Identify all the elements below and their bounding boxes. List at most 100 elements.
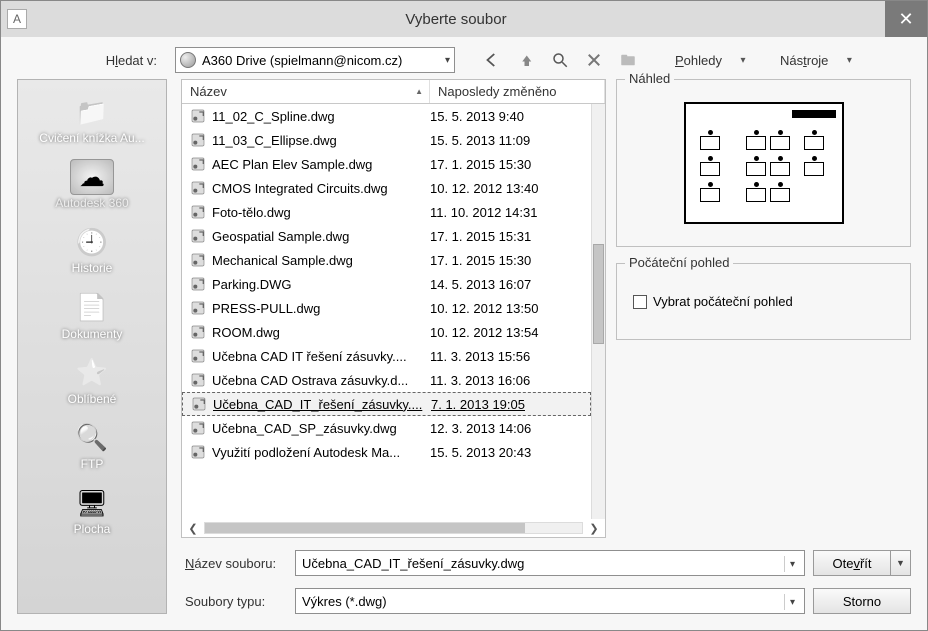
dwg-file-icon <box>188 130 208 150</box>
file-row[interactable]: Učebna CAD IT řešení zásuvky....11. 3. 2… <box>182 344 591 368</box>
file-name: Parking.DWG <box>212 277 430 292</box>
bottom-form: Název souboru: Učebna_CAD_IT_řešení_zásu… <box>181 538 911 614</box>
file-date: 11. 3. 2013 16:06 <box>430 373 591 388</box>
file-name: AEC Plan Elev Sample.dwg <box>212 157 430 172</box>
chevron-down-icon: ▾ <box>445 55 450 66</box>
place-item[interactable]: 🕘Historie <box>18 218 166 279</box>
title-bar: A Vyberte soubor ✕ <box>1 1 927 37</box>
open-button[interactable]: Otevřít <box>813 550 891 576</box>
file-row[interactable]: Foto-tělo.dwg11. 10. 2012 14:31 <box>182 200 591 224</box>
preview-area <box>627 90 900 236</box>
file-row[interactable]: Učebna_CAD_IT_řešení_zásuvky....7. 1. 20… <box>182 392 591 416</box>
up-one-level-button[interactable] <box>513 47 539 73</box>
place-icon: 🕘 <box>70 224 114 260</box>
toolbar: Hledat v: A360 Drive (spielmann@nicom.cz… <box>1 37 927 79</box>
file-date: 17. 1. 2015 15:30 <box>430 157 591 172</box>
dwg-file-icon <box>188 178 208 198</box>
dwg-file-icon <box>188 346 208 366</box>
dialog-window: A Vyberte soubor ✕ Hledat v: A360 Drive … <box>0 0 928 631</box>
place-item[interactable]: 📄Dokumenty <box>18 284 166 345</box>
file-row[interactable]: 11_02_C_Spline.dwg15. 5. 2013 9:40 <box>182 104 591 128</box>
filename-label: Název souboru: <box>181 556 287 571</box>
filename-value: Učebna_CAD_IT_řešení_zásuvky.dwg <box>302 556 524 571</box>
file-date: 15. 5. 2013 11:09 <box>430 133 591 148</box>
filetype-combobox[interactable]: Výkres (*.dwg) ▾ <box>295 588 805 614</box>
file-row[interactable]: Využití podložení Autodesk Ma...15. 5. 2… <box>182 440 591 464</box>
file-date: 14. 5. 2013 16:07 <box>430 277 591 292</box>
cancel-button[interactable]: Storno <box>813 588 911 614</box>
place-item[interactable]: ☁Autodesk 360 <box>18 153 166 214</box>
place-item[interactable]: 🔍 FTP <box>18 414 166 475</box>
preview-group: Náhled <box>616 79 911 247</box>
views-menu[interactable]: Pohledy <box>669 50 728 71</box>
file-name: Foto-tělo.dwg <box>212 205 430 220</box>
file-row[interactable]: Mechanical Sample.dwg17. 1. 2015 15:30 <box>182 248 591 272</box>
places-bar: 📁Cvičení knížka Au...☁Autodesk 360🕘Histo… <box>17 79 167 614</box>
dwg-file-icon <box>189 394 209 414</box>
delete-button[interactable] <box>581 47 607 73</box>
file-row[interactable]: CMOS Integrated Circuits.dwg10. 12. 2012… <box>182 176 591 200</box>
views-menu-dropdown[interactable]: ▾ <box>736 55 750 66</box>
file-date: 10. 12. 2012 13:40 <box>430 181 591 196</box>
column-header-date[interactable]: Naposledy změněno <box>430 80 605 103</box>
chevron-down-icon: ▾ <box>784 594 800 610</box>
place-label: FTP <box>18 458 166 471</box>
search-web-button[interactable] <box>547 47 573 73</box>
place-label: Plocha <box>18 523 166 536</box>
place-item[interactable]: 📁Cvičení knížka Au... <box>18 88 166 149</box>
lookin-value: A360 Drive (spielmann@nicom.cz) <box>202 53 439 68</box>
horizontal-scrollbar[interactable]: ❮ ❯ <box>182 519 605 537</box>
filetype-label: Soubory typu: <box>181 594 287 609</box>
column-headers: Název Naposledy změněno <box>182 80 605 104</box>
dwg-file-icon <box>188 274 208 294</box>
file-row[interactable]: AEC Plan Elev Sample.dwg17. 1. 2015 15:3… <box>182 152 591 176</box>
file-date: 10. 12. 2012 13:54 <box>430 325 591 340</box>
scroll-left-icon[interactable]: ❮ <box>186 521 200 535</box>
vertical-scrollbar[interactable] <box>591 104 605 519</box>
place-icon: ⭐ <box>70 355 114 391</box>
file-list[interactable]: 11_02_C_Spline.dwg15. 5. 2013 9:4011_03_… <box>182 104 591 519</box>
file-date: 15. 5. 2013 9:40 <box>430 109 591 124</box>
column-header-name[interactable]: Název <box>182 80 430 103</box>
dwg-file-icon <box>188 322 208 342</box>
file-row[interactable]: Geospatial Sample.dwg17. 1. 2015 15:31 <box>182 224 591 248</box>
hscroll-track[interactable] <box>204 522 583 534</box>
dialog-body: 📁Cvičení knížka Au...☁Autodesk 360🕘Histo… <box>1 79 927 630</box>
place-label: Autodesk 360 <box>18 197 166 210</box>
preview-thumbnail <box>684 102 844 224</box>
file-row[interactable]: PRESS-PULL.dwg10. 12. 2012 13:50 <box>182 296 591 320</box>
close-button[interactable]: ✕ <box>885 1 927 37</box>
cloud-drive-icon <box>180 52 196 68</box>
file-row[interactable]: Učebna_CAD_SP_zásuvky.dwg12. 3. 2013 14:… <box>182 416 591 440</box>
file-name: PRESS-PULL.dwg <box>212 301 430 316</box>
place-icon: 🔍 <box>70 420 114 456</box>
place-label: Cvičení knížka Au... <box>18 132 166 145</box>
open-button-dropdown[interactable]: ▼ <box>891 550 911 576</box>
file-date: 17. 1. 2015 15:31 <box>430 229 591 244</box>
tools-menu-dropdown[interactable]: ▾ <box>842 55 856 66</box>
scrollbar-thumb[interactable] <box>593 244 604 344</box>
side-panel: Náhled <box>616 79 911 538</box>
file-row[interactable]: Učebna CAD Ostrava zásuvky.d...11. 3. 20… <box>182 368 591 392</box>
filename-combobox[interactable]: Učebna_CAD_IT_řešení_zásuvky.dwg ▾ <box>295 550 805 576</box>
place-item[interactable]: 🖥Plocha <box>18 479 166 540</box>
file-name: Využití podložení Autodesk Ma... <box>212 445 430 460</box>
lookin-combobox[interactable]: A360 Drive (spielmann@nicom.cz) ▾ <box>175 47 455 73</box>
new-folder-button[interactable] <box>615 47 641 73</box>
dwg-file-icon <box>188 202 208 222</box>
scroll-right-icon[interactable]: ❯ <box>587 521 601 535</box>
file-row[interactable]: ROOM.dwg10. 12. 2012 13:54 <box>182 320 591 344</box>
hscroll-thumb[interactable] <box>205 523 525 533</box>
file-name: Učebna CAD Ostrava zásuvky.d... <box>212 373 430 388</box>
initial-view-checkbox[interactable] <box>633 295 647 309</box>
dwg-file-icon <box>188 154 208 174</box>
tools-menu[interactable]: Nástroje <box>774 50 834 71</box>
back-button[interactable] <box>479 47 505 73</box>
chevron-down-icon: ▾ <box>784 556 800 572</box>
place-item[interactable]: ⭐Oblíbené <box>18 349 166 410</box>
app-icon: A <box>7 9 27 29</box>
file-row[interactable]: Parking.DWG14. 5. 2013 16:07 <box>182 272 591 296</box>
file-date: 10. 12. 2012 13:50 <box>430 301 591 316</box>
file-row[interactable]: 11_03_C_Ellipse.dwg15. 5. 2013 11:09 <box>182 128 591 152</box>
initial-view-check-label: Vybrat počáteční pohled <box>653 294 793 309</box>
